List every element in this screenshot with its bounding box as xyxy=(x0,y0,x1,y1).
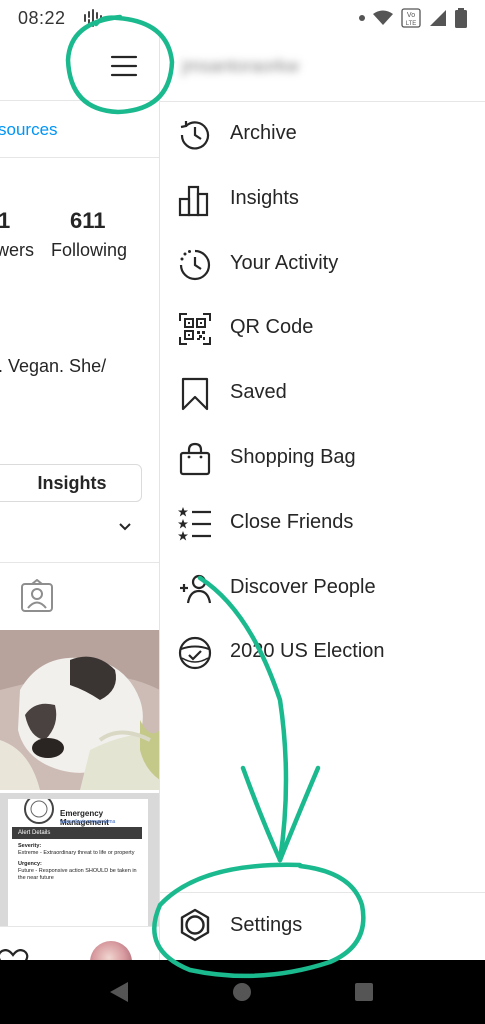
menu-item-discover-people[interactable]: Discover People xyxy=(160,556,485,621)
tagged-photos-icon[interactable] xyxy=(20,579,54,613)
settings-label: Settings xyxy=(230,914,303,936)
settings-gear-icon xyxy=(180,908,210,942)
menu-label: Your Activity xyxy=(230,251,339,274)
close-friends-icon xyxy=(178,506,211,541)
bookmark-icon xyxy=(181,378,209,411)
menu-item-shopping-bag[interactable]: Shopping Bag xyxy=(160,426,485,491)
hamburger-menu-icon[interactable] xyxy=(110,54,138,78)
drawer-header: jmsantoraorkw xyxy=(160,36,485,102)
battery-icon xyxy=(455,8,467,28)
menu-item-insights[interactable]: Insights xyxy=(160,167,485,232)
election-icon xyxy=(178,637,212,670)
followers-count[interactable]: 1 xyxy=(0,208,10,234)
alert-details-body: Severity: Extreme - Extraordinary threat… xyxy=(18,843,137,881)
menu-label: 2020 US Election xyxy=(230,640,385,663)
menu-item-your-activity[interactable]: Your Activity xyxy=(160,232,485,297)
followers-label[interactable]: wers xyxy=(0,240,34,261)
android-nav-bar xyxy=(0,960,485,1024)
menu-label: Insights xyxy=(230,186,299,209)
insights-button[interactable]: Insights xyxy=(0,464,142,502)
menu-label: Discover People xyxy=(230,575,376,598)
heart-icon[interactable] xyxy=(0,949,30,960)
settings-button[interactable]: Settings xyxy=(160,892,485,960)
profile-page: sources 1 611 wers Following . Vegan. Sh… xyxy=(0,36,160,960)
bottom-tab-bar xyxy=(0,926,159,960)
qr-code-icon xyxy=(179,313,211,346)
recents-icon[interactable] xyxy=(354,982,374,1002)
profile-avatar[interactable] xyxy=(90,941,132,960)
header-divider xyxy=(0,100,159,101)
following-label[interactable]: Following xyxy=(51,240,127,261)
resources-divider xyxy=(0,157,159,158)
menu-item-2020-us-election[interactable]: 2020 US Election xyxy=(160,620,485,685)
side-drawer: jmsantoraorkw Archive Insights Your Acti… xyxy=(160,36,485,960)
resources-link[interactable]: sources xyxy=(0,120,58,140)
insights-icon xyxy=(178,185,209,216)
volte-icon: Vo LTE xyxy=(401,8,421,28)
menu-label: Close Friends xyxy=(230,510,354,533)
podcast-icon xyxy=(84,9,102,27)
status-time: 08:22 xyxy=(18,8,66,28)
menu-item-qr-code[interactable]: QR Code xyxy=(160,296,485,361)
home-icon[interactable] xyxy=(232,982,252,1002)
username-blurred: jmsantoraorkw xyxy=(182,56,300,76)
archive-icon xyxy=(180,121,210,150)
dog-photo xyxy=(0,630,159,790)
following-count[interactable]: 611 xyxy=(70,208,106,234)
notification-dot-icon xyxy=(359,15,365,21)
chevron-down-icon[interactable] xyxy=(118,522,132,532)
back-icon[interactable] xyxy=(108,980,130,1004)
menu-label: Archive xyxy=(230,122,297,144)
shopping-bag-icon xyxy=(179,442,211,476)
svg-text:LTE: LTE xyxy=(406,21,417,27)
status-bar: 08:22 Vo LTE xyxy=(0,0,485,36)
drawer-menu: Archive Insights Your Activity QR Code S… xyxy=(160,102,485,685)
wifi-icon xyxy=(373,10,393,25)
city-seal-icon xyxy=(24,799,54,824)
post-thumbnail-dog[interactable] xyxy=(0,630,159,790)
signal-icon xyxy=(430,10,446,26)
menu-item-archive[interactable]: Archive xyxy=(160,102,485,167)
profile-bio: . Vegan. She/ xyxy=(0,356,107,376)
alert-link: www.stlouis-mo.gov/ema xyxy=(60,819,116,825)
add-person-icon xyxy=(180,574,212,603)
tabs-divider xyxy=(0,562,159,563)
svg-text:Vo: Vo xyxy=(407,12,415,19)
alert-details-header: Alert Details xyxy=(12,827,142,839)
menu-label: Saved xyxy=(230,381,287,404)
status-icons: Vo LTE xyxy=(359,8,467,28)
activity-icon xyxy=(179,249,211,280)
menu-item-saved[interactable]: Saved xyxy=(160,361,485,426)
menu-item-close-friends[interactable]: Close Friends xyxy=(160,491,485,556)
menu-label: Shopping Bag xyxy=(230,445,356,468)
menu-label: QR Code xyxy=(230,316,314,339)
